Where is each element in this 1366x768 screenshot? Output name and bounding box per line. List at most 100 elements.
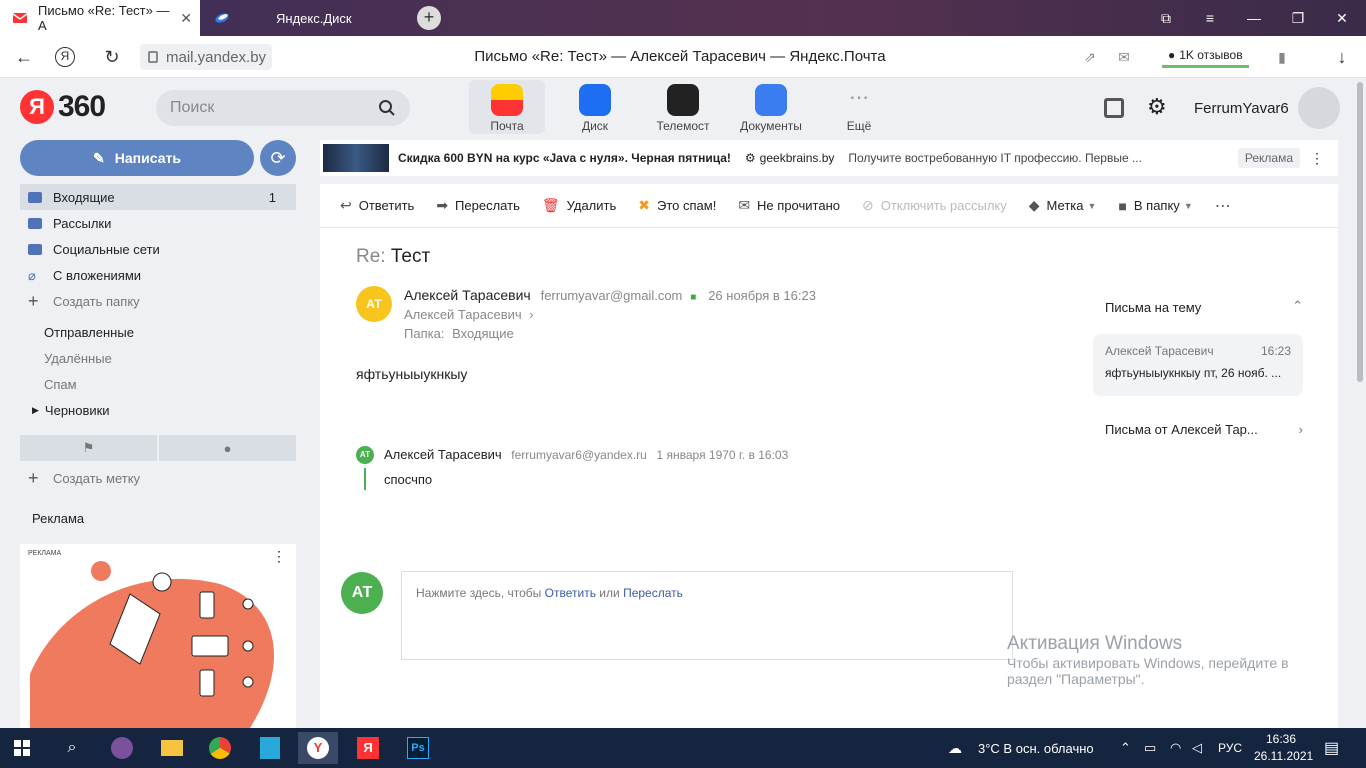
quoted-sender-name[interactable]: Алексей Тарасевич xyxy=(384,447,502,462)
username[interactable]: FerrumYavar6 xyxy=(1194,100,1289,117)
tab-mail[interactable]: Письмо «Re: Тест» — А ✕ xyxy=(0,0,200,36)
forward-button[interactable]: ➡ Переслать xyxy=(436,197,520,214)
more-dots-icon: ⋯ xyxy=(849,87,869,109)
sidebar-item-drafts[interactable]: ▶ Черновики xyxy=(20,397,296,423)
close-window-icon[interactable]: ✕ xyxy=(1320,0,1364,36)
service-documents[interactable]: Документы xyxy=(733,80,809,134)
notifications-icon[interactable]: ▤ xyxy=(1324,738,1339,758)
clock-date[interactable]: 26.11.2021 xyxy=(1254,749,1313,763)
thread-item[interactable]: Алексей Тарасевич 16:23 яфтьуныыукнкыу п… xyxy=(1093,334,1303,396)
reviews-button[interactable]: ● 1K отзывов xyxy=(1162,44,1249,68)
chat-icon: ● xyxy=(1168,47,1176,62)
create-folder-button[interactable]: + Создать папку xyxy=(20,288,296,314)
viber-icon[interactable] xyxy=(102,732,142,764)
sidebar-item-sent[interactable]: Отправленные xyxy=(20,319,296,345)
tray-chevron-icon[interactable]: ⌃ xyxy=(1120,740,1131,756)
bookmark-icon[interactable]: ▮ xyxy=(1270,45,1294,69)
photoshop-icon[interactable]: Ps xyxy=(398,732,438,764)
close-tab-icon[interactable]: ✕ xyxy=(180,10,192,27)
yandex-logo-mark: Я xyxy=(20,90,54,124)
recipient-row[interactable]: Алексей Тарасевич › xyxy=(404,307,816,322)
folder-name[interactable]: Входящие xyxy=(452,326,514,341)
file-explorer-icon[interactable] xyxy=(152,732,192,764)
reply-prompt: Нажмите здесь, чтобы xyxy=(416,586,542,600)
clock-time[interactable]: 16:36 xyxy=(1266,732,1296,746)
sender-email[interactable]: ferrumyavar@gmail.com xyxy=(541,288,683,303)
expand-triangle-icon[interactable]: ▶ xyxy=(32,405,39,416)
quoted-date: 1 января 1970 г. в 16:03 xyxy=(656,448,789,462)
new-tab-button[interactable]: + xyxy=(417,6,441,30)
sidebar-item-newsletters[interactable]: Рассылки xyxy=(20,210,296,236)
wifi-icon[interactable]: ◠ xyxy=(1170,740,1181,756)
folder-label: Входящие xyxy=(53,189,115,205)
thread-header[interactable]: Письма на тему ⌃ xyxy=(1105,298,1303,315)
service-more[interactable]: ⋯ Ещё xyxy=(821,80,897,134)
more-actions-button[interactable]: ⋯ xyxy=(1215,196,1231,216)
flag-filter-button[interactable]: ⚑ xyxy=(20,435,157,461)
mark-unread-button[interactable]: ✉ Не прочитано xyxy=(738,197,840,214)
ad-source: ⚙ geekbrains.by xyxy=(745,151,834,165)
app-icon[interactable] xyxy=(250,732,290,764)
search-icon[interactable]: ⌕ xyxy=(52,732,92,764)
language-indicator[interactable]: РУС xyxy=(1218,741,1242,755)
quoted-sender-email[interactable]: ferrumyavar6@yandex.ru xyxy=(511,448,647,462)
avatar[interactable] xyxy=(1298,87,1340,129)
unsubscribe-button[interactable]: ⊘ Отключить рассылку xyxy=(862,197,1007,214)
ad-banner[interactable]: Скидка 600 BYN на курс «Java с нуля». Че… xyxy=(320,140,1338,176)
ad-menu-icon[interactable]: ⋮ xyxy=(1310,150,1324,167)
sidebar-item-inbox[interactable]: Входящие 1 xyxy=(20,184,296,210)
volume-icon[interactable]: ◁ xyxy=(1192,740,1202,756)
back-icon[interactable]: ← xyxy=(12,45,36,69)
reply-link[interactable]: Ответить xyxy=(545,586,596,600)
scrollbar-thumb[interactable] xyxy=(1357,82,1363,382)
bookmarks-icon[interactable]: ⧉ xyxy=(1144,0,1188,36)
weather-icon[interactable]: ☁ xyxy=(948,740,962,757)
service-disk[interactable]: Диск xyxy=(557,80,633,134)
url-field[interactable]: mail.yandex.by xyxy=(140,44,273,70)
compose-button[interactable]: ✎ Написать xyxy=(20,140,254,176)
letters-from-link[interactable]: Письма от Алексей Тар... › xyxy=(1105,422,1303,437)
refresh-button[interactable]: ⟳ xyxy=(260,140,296,176)
minimize-icon[interactable]: — xyxy=(1232,0,1276,36)
label-dropdown[interactable]: ◆ Метка ▼ xyxy=(1029,197,1097,214)
sidebar-item-deleted[interactable]: Удалённые xyxy=(20,345,296,371)
start-icon[interactable] xyxy=(2,732,42,764)
quick-reply-box[interactable]: Нажмите здесь, чтобы Ответить или Пересл… xyxy=(401,571,1013,660)
settings-gear-icon[interactable]: ⚙ xyxy=(1147,94,1167,120)
move-to-folder-dropdown[interactable]: ■ В папку ▼ xyxy=(1118,198,1192,214)
menu-icon[interactable]: ≡ xyxy=(1188,0,1232,36)
service-telemost[interactable]: Телемост xyxy=(645,80,721,134)
more-icon[interactable]: ⋮ xyxy=(272,548,286,565)
unread-count: 1 xyxy=(268,189,276,205)
quoted-avatar: АТ xyxy=(356,446,374,464)
sidebar-item-attachments[interactable]: ⌀ С вложениями xyxy=(20,262,296,288)
sidebar-item-spam[interactable]: Спам xyxy=(20,371,296,397)
reply-button[interactable]: ↩ Ответить xyxy=(340,197,414,214)
mail-notify-icon[interactable]: ✉ xyxy=(1112,45,1136,69)
spam-button[interactable]: ✖ Это спам! xyxy=(638,197,716,214)
forward-link[interactable]: Переслать xyxy=(623,586,683,600)
sender-name[interactable]: Алексей Тарасевич xyxy=(404,287,531,303)
service-mail[interactable]: Почта xyxy=(469,80,545,134)
tab-disk[interactable]: Яндекс.Диск xyxy=(204,0,404,36)
page-scrollbar[interactable] xyxy=(1354,78,1366,728)
chrome-icon[interactable] xyxy=(200,732,240,764)
yandex-icon[interactable]: Я xyxy=(348,732,388,764)
unread-filter-button[interactable]: ● xyxy=(159,435,296,461)
yandex-button[interactable]: Я xyxy=(55,47,75,67)
battery-icon[interactable]: ▭ xyxy=(1144,740,1156,756)
restore-icon[interactable]: ❐ xyxy=(1276,0,1320,36)
yandex-browser-icon[interactable]: Y xyxy=(298,732,338,764)
yandex-360-logo[interactable]: Я 360 xyxy=(20,90,106,124)
reload-icon[interactable]: ↻ xyxy=(100,45,124,69)
ad-thumbnail xyxy=(323,144,389,172)
share-icon[interactable]: ⇗ xyxy=(1078,45,1102,69)
sidebar-item-social[interactable]: Социальные сети xyxy=(20,236,296,262)
apps-icon[interactable] xyxy=(1104,98,1124,118)
create-label-button[interactable]: + Создать метку xyxy=(20,465,296,491)
delete-button[interactable]: 🗑 Удалить xyxy=(542,197,616,214)
weather-text[interactable]: 3°C В осн. облачно xyxy=(978,741,1094,756)
ad-image[interactable]: РЕКЛАМА ⋮ xyxy=(20,544,296,728)
download-icon[interactable]: ↓ xyxy=(1330,45,1354,69)
sender-avatar[interactable]: АТ xyxy=(356,286,392,322)
